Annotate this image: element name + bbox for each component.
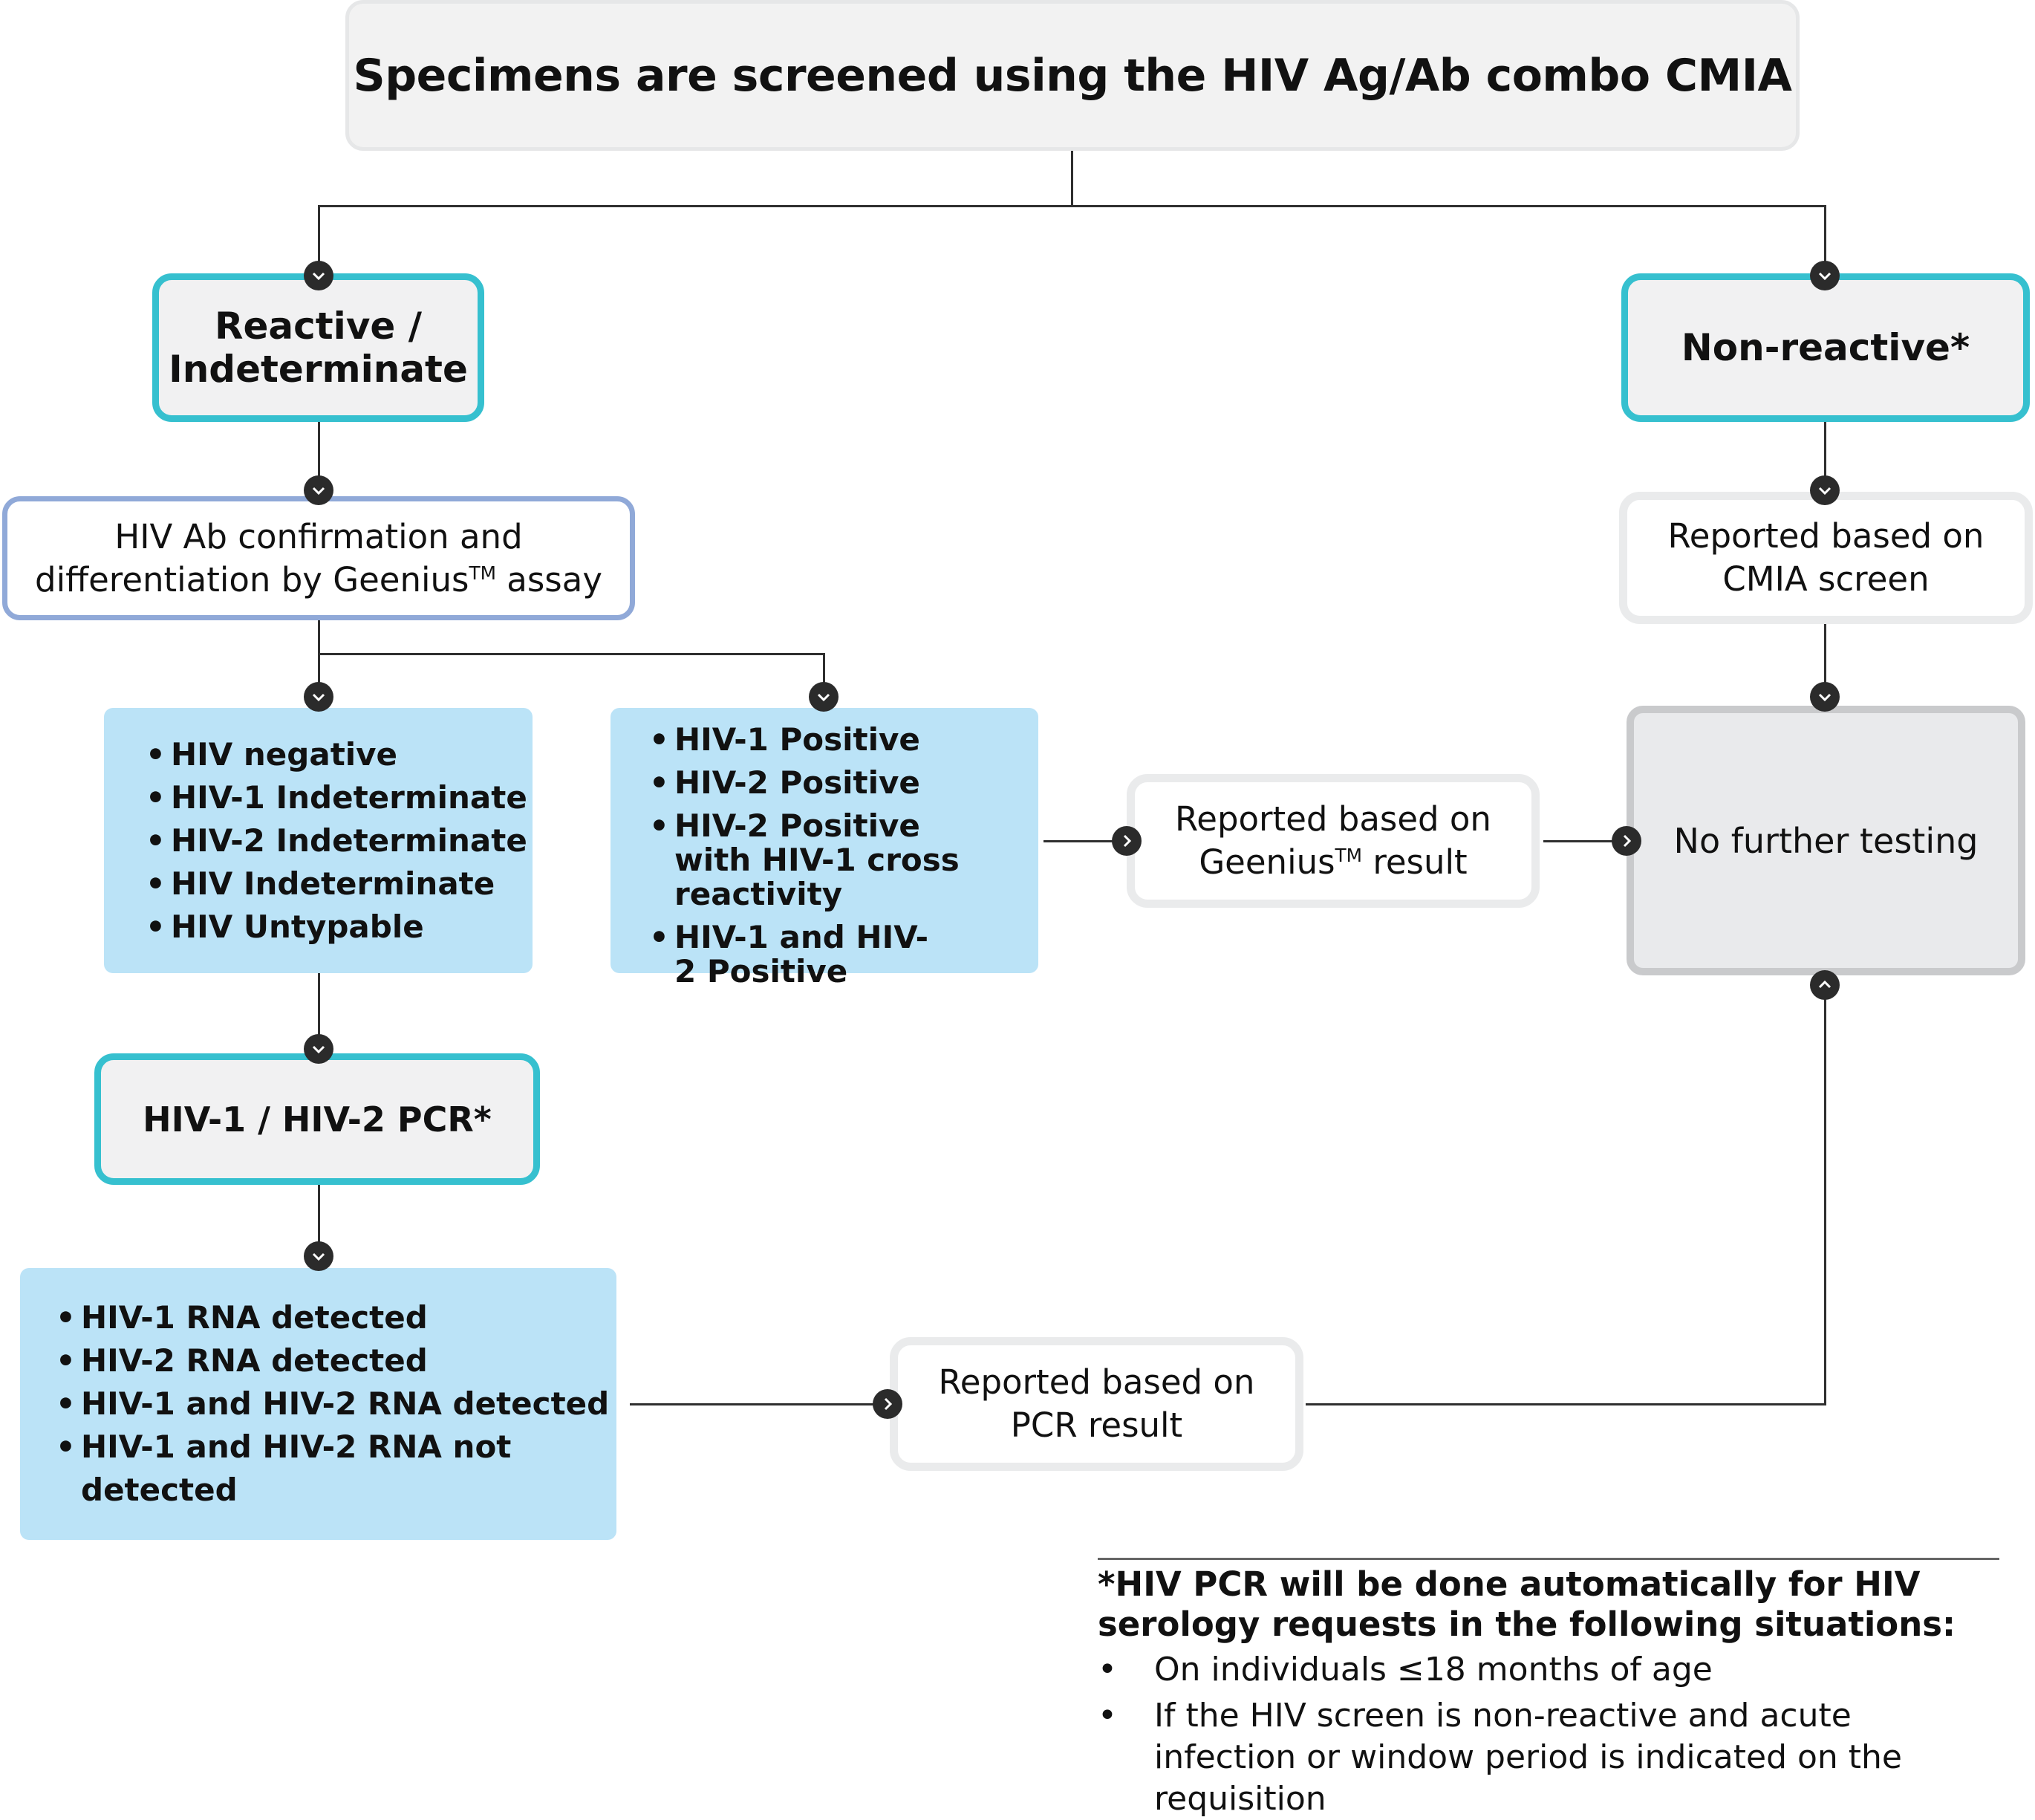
chevron-down-icon [1810, 261, 1840, 290]
chevron-down-icon [304, 1034, 333, 1064]
list-item: HIV Indeterminate [146, 862, 527, 906]
pcr-results-list: HIV-1 RNA detected HIV-2 RNA detected HI… [56, 1296, 616, 1512]
reactive-indeterminate-box: Reactive / Indeterminate [152, 273, 484, 422]
footnote-list: On individuals ≤18 months of age If the … [1098, 1649, 1999, 1820]
connector-main-branch [318, 205, 1826, 207]
chevron-up-icon [1810, 970, 1840, 1000]
list-item: HIV-1 Indeterminate [146, 776, 527, 819]
screening-step-title: Specimens are screened using the HIV Ag/… [353, 49, 1792, 102]
chevron-down-icon [1810, 682, 1840, 712]
reactive-label-line1: Reactive / [214, 305, 422, 348]
geenius-assay-line1: HIV Ab confirmation and [114, 516, 523, 556]
chevron-down-icon [304, 475, 333, 505]
reported-pcr-box: Reported based on PCR result [890, 1337, 1303, 1471]
chevron-down-icon [809, 682, 839, 712]
chevron-down-icon [304, 682, 333, 712]
non-reactive-box: Non-reactive* [1621, 273, 2030, 422]
negative-results-list: HIV negative HIV-1 Indeterminate HIV-2 I… [146, 733, 527, 949]
list-item: HIV-2 Positive with HIV-1 cross reactivi… [649, 809, 1001, 911]
positive-results-box: HIV-1 Positive HIV-2 Positive HIV-2 Posi… [610, 708, 1038, 989]
footnote-item: On individuals ≤18 months of age [1098, 1649, 1999, 1691]
chevron-down-icon [304, 261, 333, 290]
footnote-item: If the HIV screen is non-reactive and ac… [1098, 1695, 1999, 1820]
list-item: HIV-2 Indeterminate [146, 819, 527, 862]
connector-pcr-report-to-final [1306, 1403, 1826, 1405]
connector-top-stem [1071, 151, 1073, 207]
pcr-results-box: HIV-1 RNA detected HIV-2 RNA detected HI… [20, 1268, 616, 1540]
list-item: HIV Untypable [146, 906, 527, 949]
chevron-down-icon [304, 1241, 333, 1271]
no-further-testing-label: No further testing [1673, 820, 1979, 861]
no-further-testing-box: No further testing [1627, 706, 2025, 975]
geenius-assay-box: HIV Ab confirmation and differentiation … [2, 496, 635, 620]
non-reactive-label: Non-reactive* [1681, 326, 1970, 369]
footnote-title: *HIV PCR will be done automatically for … [1098, 1564, 1956, 1644]
reported-pcr-line1: Reported based on [938, 1362, 1255, 1402]
list-item: HIV-2 RNA detected [56, 1339, 616, 1382]
list-item: HIV-1 Positive [649, 723, 1001, 758]
negative-results-box: HIV negative HIV-1 Indeterminate HIV-2 I… [104, 708, 533, 973]
screening-step-box: Specimens are screened using the HIV Ag/… [345, 0, 1800, 151]
connector-pcr-report-up [1824, 981, 1826, 1405]
reported-geenius-line2: GeeniusTM result [1199, 842, 1468, 882]
reported-cmia-line2: CMIA screen [1722, 559, 1930, 599]
reported-pcr-line2: PCR result [1010, 1405, 1183, 1445]
connector-geenius-branch [318, 653, 824, 655]
reported-cmia-box: Reported based on CMIA screen [1619, 492, 2033, 624]
list-item: HIV-1 RNA detected [56, 1296, 616, 1339]
reactive-label-line2: Indeterminate [169, 348, 468, 391]
chevron-right-icon [1612, 826, 1641, 856]
pcr-label: HIV-1 / HIV-2 PCR* [143, 1099, 492, 1140]
reported-cmia-line1: Reported based on [1667, 516, 1984, 556]
pcr-box: HIV-1 / HIV-2 PCR* [94, 1053, 540, 1185]
list-item: HIV-1 and HIV-2 RNA not detected [56, 1426, 616, 1512]
geenius-assay-line2: differentiation by GeeniusTM assay [35, 559, 602, 599]
reported-geenius-line1: Reported based on [1175, 799, 1491, 839]
connector-pcr-results-to-report [630, 1403, 890, 1405]
chevron-down-icon [1810, 475, 1840, 505]
list-item: HIV-2 Positive [649, 766, 1001, 801]
positive-results-list: HIV-1 Positive HIV-2 Positive HIV-2 Posi… [649, 723, 1001, 989]
list-item: HIV-1 and HIV-2 RNA detected [56, 1382, 616, 1426]
list-item: HIV-1 and HIV-2 Positive [649, 920, 942, 989]
reported-geenius-box: Reported based on GeeniusTM result [1127, 774, 1540, 908]
list-item: HIV negative [146, 733, 527, 776]
chevron-right-icon [1112, 826, 1142, 856]
chevron-right-icon [873, 1389, 902, 1419]
footnote: *HIV PCR will be done automatically for … [1098, 1558, 1999, 1820]
